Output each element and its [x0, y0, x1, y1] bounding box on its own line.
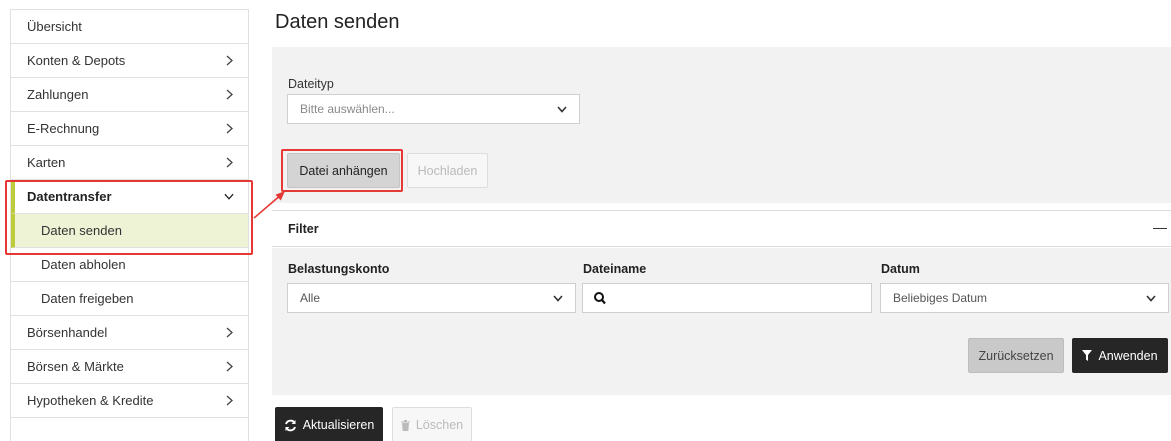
refresh-icon: [284, 419, 296, 431]
filename-label: Dateiname: [583, 262, 647, 276]
chevron-right-icon: [224, 157, 234, 169]
sidebar-item-boersenhandel[interactable]: Börsenhandel: [11, 316, 248, 350]
apply-button[interactable]: Anwenden: [1072, 338, 1168, 373]
sidebar-item-label: Übersicht: [27, 19, 82, 34]
apply-button-label: Anwenden: [1098, 348, 1158, 363]
chevron-right-icon: [224, 123, 234, 135]
reset-button[interactable]: Zurücksetzen: [968, 338, 1064, 373]
account-value: Alle: [300, 291, 321, 305]
sidebar-item-label: Zahlungen: [27, 87, 89, 102]
account-label: Belastungskonto: [288, 262, 390, 276]
sidebar-item-konten-depots[interactable]: Konten & Depots: [11, 44, 248, 78]
highlight-box-datentransfer: [5, 180, 253, 255]
chevron-right-icon: [224, 327, 234, 339]
sidebar-subitem-daten-freigeben[interactable]: Daten freigeben: [11, 282, 248, 316]
chevron-down-icon: [553, 291, 563, 305]
file-type-label: Dateityp: [288, 77, 334, 91]
date-label: Datum: [881, 262, 920, 276]
sidebar-item-label: Konten & Depots: [27, 53, 126, 68]
chevron-down-icon: [557, 102, 567, 116]
filter-header[interactable]: Filter: [272, 210, 1171, 247]
refresh-button[interactable]: Aktualisieren: [275, 407, 383, 441]
file-type-select[interactable]: Bitte auswählen...: [287, 94, 580, 124]
sidebar-item-uebersicht[interactable]: Übersicht: [11, 10, 248, 44]
date-value: Beliebiges Datum: [893, 291, 988, 305]
sidebar-item-label: E-Rechnung: [27, 121, 100, 136]
page-title: Daten senden: [275, 11, 400, 33]
collapse-icon[interactable]: [1153, 228, 1167, 229]
sidebar-item-label: Karten: [27, 155, 66, 170]
sidebar-item-label: Börsen & Märkte: [27, 359, 124, 374]
sidebar-item-boersen-maerkte[interactable]: Börsen & Märkte: [11, 350, 248, 384]
sidebar-item-hypotheken-kredite[interactable]: Hypotheken & Kredite: [11, 384, 248, 418]
search-icon: [594, 292, 606, 310]
sidebar-item-zahlungen[interactable]: Zahlungen: [11, 78, 248, 112]
sidebar-item-label: Daten abholen: [41, 257, 126, 272]
upload-button[interactable]: Hochladen: [407, 153, 488, 188]
date-select[interactable]: Beliebiges Datum: [880, 283, 1169, 313]
refresh-button-label: Aktualisieren: [302, 418, 375, 432]
file-type-placeholder: Bitte auswählen...: [300, 102, 395, 116]
chevron-right-icon: [224, 89, 234, 101]
sidebar-item-label: Börsenhandel: [27, 325, 108, 340]
highlight-box-attach-button: [281, 149, 403, 192]
annotation-arrow-icon: [253, 191, 285, 219]
trash-icon: [400, 419, 410, 431]
account-select[interactable]: Alle: [287, 283, 576, 313]
sidebar-item-label: Daten freigeben: [41, 291, 134, 306]
chevron-down-icon: [1146, 291, 1156, 305]
sidebar-item-karten[interactable]: Karten: [11, 146, 248, 180]
sidebar-item-e-rechnung[interactable]: E-Rechnung: [11, 112, 248, 146]
delete-button[interactable]: Löschen: [392, 407, 472, 441]
chevron-right-icon: [224, 361, 234, 373]
sidebar-item-label: Hypotheken & Kredite: [27, 393, 154, 408]
delete-button-label: Löschen: [415, 418, 464, 432]
filename-search-input[interactable]: [582, 283, 872, 313]
filter-heading: Filter: [288, 222, 319, 236]
filter-icon: [1082, 350, 1093, 361]
chevron-right-icon: [224, 395, 234, 407]
chevron-right-icon: [224, 55, 234, 67]
